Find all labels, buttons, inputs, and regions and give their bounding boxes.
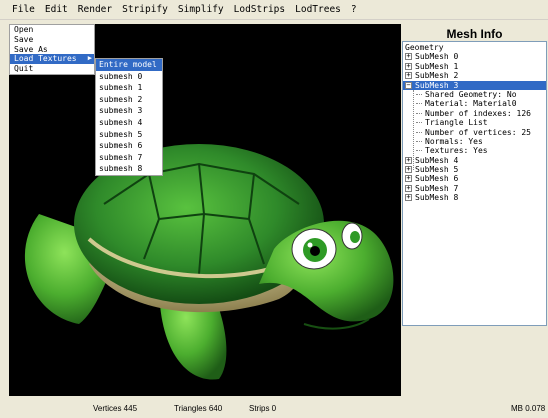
menu-stripify[interactable]: Stripify [122,0,168,20]
menu-render[interactable]: Render [78,0,112,20]
render-viewport[interactable] [9,24,401,396]
submenu-item-submesh-5[interactable]: submesh 5 [96,129,162,141]
tree-prop: Normals: Yes [403,137,546,146]
tree-prop: Shared Geometry: No [403,90,546,99]
tree-submesh-3[interactable]: − SubMesh 3 [403,80,546,170]
expand-icon[interactable]: + [405,53,412,61]
status-vertices: Vertices 445 [93,404,138,413]
submenu-item-submesh-2[interactable]: submesh 2 [96,94,162,106]
mesh-info-panel: Mesh Info Geometry + SubMesh 0 + SubMesh 1… [401,24,548,396]
expand-icon[interactable]: + [405,175,412,183]
submenu-item-submesh-1[interactable]: submesh 1 [96,82,162,94]
menu-item-quit[interactable]: Quit [10,64,94,74]
tree-submesh-0[interactable]: + SubMesh 0 [403,52,546,61]
menu-item-load-textures[interactable]: Load Textures ▶ [10,54,94,65]
file-menu: Open Save Save As Load Textures ▶ Quit [9,24,95,75]
expand-icon[interactable]: + [405,194,412,202]
expand-icon[interactable]: + [405,156,412,164]
submenu-arrow-icon: ▶ [87,54,92,63]
submenu-item-submesh-3[interactable]: submesh 3 [96,105,162,117]
expand-icon[interactable]: + [405,166,412,174]
tree-prop: Number of indexes: 126 [403,109,546,118]
expand-icon[interactable]: + [405,184,412,192]
submenu-item-submesh-6[interactable]: submesh 6 [96,140,162,152]
tree-submesh-7[interactable]: + SubMesh 7 [403,184,546,193]
menu-simplify[interactable]: Simplify [178,0,224,20]
mesh-tree[interactable]: Geometry + SubMesh 0 + SubMesh 1 + SubMesh … [402,41,547,326]
status-memory: MB 0.078 [511,404,546,413]
submenu-item-submesh-4[interactable]: submesh 4 [96,117,162,129]
load-textures-submenu: Entire model submesh 0 submesh 1 submesh… [95,58,163,176]
tree-submesh-2[interactable]: + SubMesh 2 [403,71,546,80]
menu-item-save-as[interactable]: Save As [10,45,94,55]
tree-prop: Material: Material0 [403,99,546,108]
menu-item-save[interactable]: Save [10,35,94,45]
menu-bar: File Edit Render Stripify Simplify LodSt… [0,0,548,20]
tree-submesh-8[interactable]: + SubMesh 8 [403,193,546,202]
menu-lodstrips[interactable]: LodStrips [234,0,285,20]
tree-prop: Number of vertices: 25 [403,128,546,137]
submenu-item-submesh-7[interactable]: submesh 7 [96,152,162,164]
expand-icon[interactable]: + [405,72,412,80]
status-triangles: Triangles 640 [174,404,223,413]
collapse-icon[interactable]: − [405,81,412,89]
tree-prop: Triangle List [403,118,546,127]
status-strips: Strips 0 [249,404,277,413]
menu-file[interactable]: File [12,0,35,20]
expand-icon[interactable]: + [405,62,412,70]
tree-root-geometry[interactable]: Geometry [403,43,546,52]
tree-prop: Textures: Yes [403,146,546,155]
menu-edit[interactable]: Edit [45,0,68,20]
status-bar: Vertices 445 Triangles 640 Strips 0 MB 0… [0,398,548,418]
menu-item-open[interactable]: Open [10,25,94,35]
tree-submesh-4[interactable]: + SubMesh 4 [403,156,546,165]
tree-submesh-1[interactable]: + SubMesh 1 [403,62,546,71]
tree-submesh-5[interactable]: + SubMesh 5 [403,165,546,174]
submenu-item-entire-model[interactable]: Entire model [96,59,162,71]
turtle-model [24,144,394,380]
submenu-item-submesh-8[interactable]: submesh 8 [96,163,162,175]
menu-help[interactable]: ? [351,0,357,20]
mesh-info-title: Mesh Info [446,27,503,41]
menu-lodtrees[interactable]: LodTrees [295,0,341,20]
tree-submesh-6[interactable]: + SubMesh 6 [403,174,546,183]
submenu-item-submesh-0[interactable]: submesh 0 [96,71,162,83]
